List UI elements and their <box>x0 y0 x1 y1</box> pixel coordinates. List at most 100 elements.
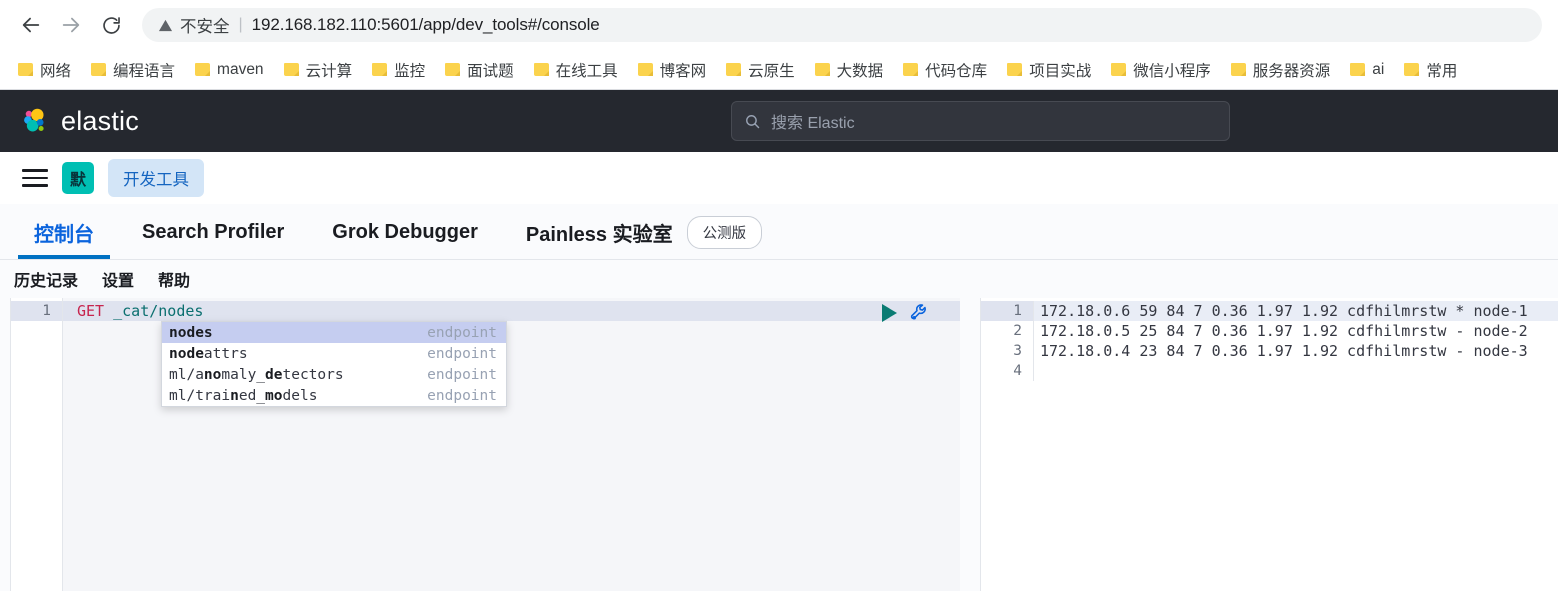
folder-icon <box>1230 63 1246 76</box>
tab-2[interactable]: Grok Debugger <box>308 205 502 259</box>
elastic-logo-icon <box>20 106 50 136</box>
folder-icon <box>372 63 388 76</box>
folder-icon <box>283 63 299 76</box>
autocomplete-popup[interactable]: nodes endpoint nodeattrs endpoint ml/anomaly… <box>161 321 507 407</box>
bookmark-item[interactable]: 监控 <box>362 55 435 85</box>
request-path-token: _cat/nodes <box>104 302 204 320</box>
forward-icon[interactable] <box>54 8 88 42</box>
autocomplete-option[interactable]: ml/anomaly_detectors endpoint <box>162 364 506 385</box>
bookmark-item[interactable]: maven <box>185 57 274 83</box>
tab-1[interactable]: Search Profiler <box>118 205 308 259</box>
folder-icon <box>18 63 33 76</box>
bookmark-label: 服务器资源 <box>1252 62 1331 80</box>
not-secure-warning-icon <box>158 18 173 33</box>
bookmark-item[interactable]: 面试题 <box>435 55 524 85</box>
folder-icon <box>195 63 211 76</box>
editor-line-number: 1 <box>11 301 62 321</box>
tab-3[interactable]: Painless 实验室 公测版 <box>502 205 786 259</box>
bookmark-label: 网络 <box>40 62 72 80</box>
bookmark-item[interactable]: 服务器资源 <box>1221 55 1341 85</box>
request-editor-panel[interactable]: 1 GET _cat/nodes nodes endpoint nodeattrs e… <box>10 298 960 591</box>
bookmark-label: 在线工具 <box>555 62 618 80</box>
autocomplete-option-label: nodes <box>169 324 213 341</box>
bookmark-item[interactable]: 微信小程序 <box>1101 55 1221 85</box>
bookmark-label: 代码仓库 <box>925 62 988 80</box>
folder-icon <box>91 63 107 76</box>
search-icon <box>744 113 761 130</box>
autocomplete-option[interactable]: ml/trained_models endpoint <box>162 385 506 406</box>
folder-icon <box>533 63 549 76</box>
output-line-number: 4 <box>1013 363 1022 379</box>
bookmark-item[interactable]: 云原生 <box>716 55 805 85</box>
folder-icon <box>445 63 461 76</box>
autocomplete-option[interactable]: nodeattrs endpoint <box>162 343 506 364</box>
folder-icon <box>1111 63 1127 76</box>
editor-code-area[interactable]: GET _cat/nodes nodes endpoint nodeattrs end… <box>63 298 960 591</box>
bookmark-item[interactable]: 项目实战 <box>997 55 1101 85</box>
bookmark-label: 监控 <box>394 62 426 80</box>
http-method-token: GET <box>77 302 105 320</box>
output-body: 172.18.0.6 59 84 7 0.36 1.97 1.92 cdfhil… <box>1033 298 1558 591</box>
hamburger-menu-icon[interactable] <box>22 169 48 187</box>
console-subnav-item[interactable]: 设置 <box>102 267 134 291</box>
output-line: 172.18.0.4 23 84 7 0.36 1.97 1.92 cdfhil… <box>1033 341 1558 361</box>
bookmark-label: 云计算 <box>305 62 353 80</box>
folder-icon <box>1404 63 1420 76</box>
bookmark-label: 云原生 <box>748 62 795 80</box>
elastic-brand-name: elastic <box>61 105 139 136</box>
beta-badge: 公测版 <box>686 215 763 249</box>
bookmark-item[interactable]: 网络 <box>8 55 81 85</box>
wrench-icon[interactable] <box>909 302 930 323</box>
not-secure-label: 不安全 <box>180 18 230 36</box>
console-subnav-item[interactable]: 历史记录 <box>14 267 78 291</box>
tab-label: 控制台 <box>34 223 94 246</box>
elastic-logo-link[interactable]: elastic <box>20 106 139 137</box>
bookmark-item[interactable]: 云计算 <box>274 55 363 85</box>
address-bar-url: 192.168.182.110:5601/app/dev_tools#/cons… <box>251 15 600 34</box>
output-line: 172.18.0.5 25 84 7 0.36 1.97 1.92 cdfhil… <box>1033 321 1558 341</box>
autocomplete-option[interactable]: nodes endpoint <box>162 322 506 343</box>
omnibox-divider: | <box>238 16 243 33</box>
response-output-panel[interactable]: 1 2 3 4 172.18.0.6 59 84 7 0.36 1.97 1.92 c… <box>980 298 1558 591</box>
reload-icon[interactable] <box>94 8 128 42</box>
folder-icon <box>637 63 653 76</box>
breadcrumb-dev-tools[interactable]: 开发工具 <box>108 159 204 197</box>
bookmark-item[interactable]: 大数据 <box>805 55 894 85</box>
tab-label: Painless 实验室 <box>525 223 673 246</box>
space-avatar[interactable]: 默 <box>62 162 94 194</box>
address-bar[interactable]: 不安全 | 192.168.182.110:5601/app/dev_tools… <box>142 8 1542 42</box>
folder-icon <box>903 63 919 76</box>
breadcrumb-bar: 默 开发工具 <box>0 152 1558 204</box>
autocomplete-option-label: ml/anomaly_detectors <box>169 366 344 383</box>
elastic-global-header: elastic 搜索 Elastic <box>0 90 1558 152</box>
output-line-number-gutter: 1 2 3 4 <box>981 298 1033 591</box>
autocomplete-option-label: nodeattrs <box>169 345 248 362</box>
bookmark-label: 常用 <box>1426 62 1458 80</box>
bookmark-item[interactable]: 在线工具 <box>524 55 628 85</box>
output-line-number: 1 <box>981 301 1033 321</box>
hamburger-line <box>22 169 48 172</box>
autocomplete-option-label: ml/trained_models <box>169 387 318 404</box>
tab-label: Search Profiler <box>142 220 285 243</box>
console-subnav-item[interactable]: 帮助 <box>158 267 190 291</box>
send-request-play-icon[interactable] <box>882 303 897 322</box>
console-subnav: 历史记录 设置 帮助 <box>0 260 1558 298</box>
bookmark-label: ai <box>1372 60 1385 78</box>
browser-toolbar: 不安全 | 192.168.182.110:5601/app/dev_tools… <box>0 0 1558 50</box>
bookmark-item[interactable]: 博客网 <box>628 55 717 85</box>
back-icon[interactable] <box>14 8 48 42</box>
editor-action-buttons <box>882 302 930 323</box>
global-search-input[interactable]: 搜索 Elastic <box>731 101 1230 141</box>
bookmark-item[interactable]: 编程语言 <box>81 55 185 85</box>
bookmark-item[interactable]: ai <box>1340 57 1394 83</box>
dev-tools-tabs: 控制台 Search Profiler Grok Debugger Painless … <box>0 204 1558 260</box>
bookmark-label: maven <box>217 60 264 78</box>
panel-resize-handle[interactable] <box>960 298 980 591</box>
autocomplete-option-type: endpoint <box>427 366 497 383</box>
bookmark-item[interactable]: 常用 <box>1394 55 1467 85</box>
bookmark-item[interactable]: 代码仓库 <box>893 55 997 85</box>
tab-0[interactable]: 控制台 <box>10 205 118 259</box>
bookmark-label: 博客网 <box>659 62 707 80</box>
folder-icon <box>726 63 742 76</box>
bookmark-label: 编程语言 <box>113 62 176 80</box>
